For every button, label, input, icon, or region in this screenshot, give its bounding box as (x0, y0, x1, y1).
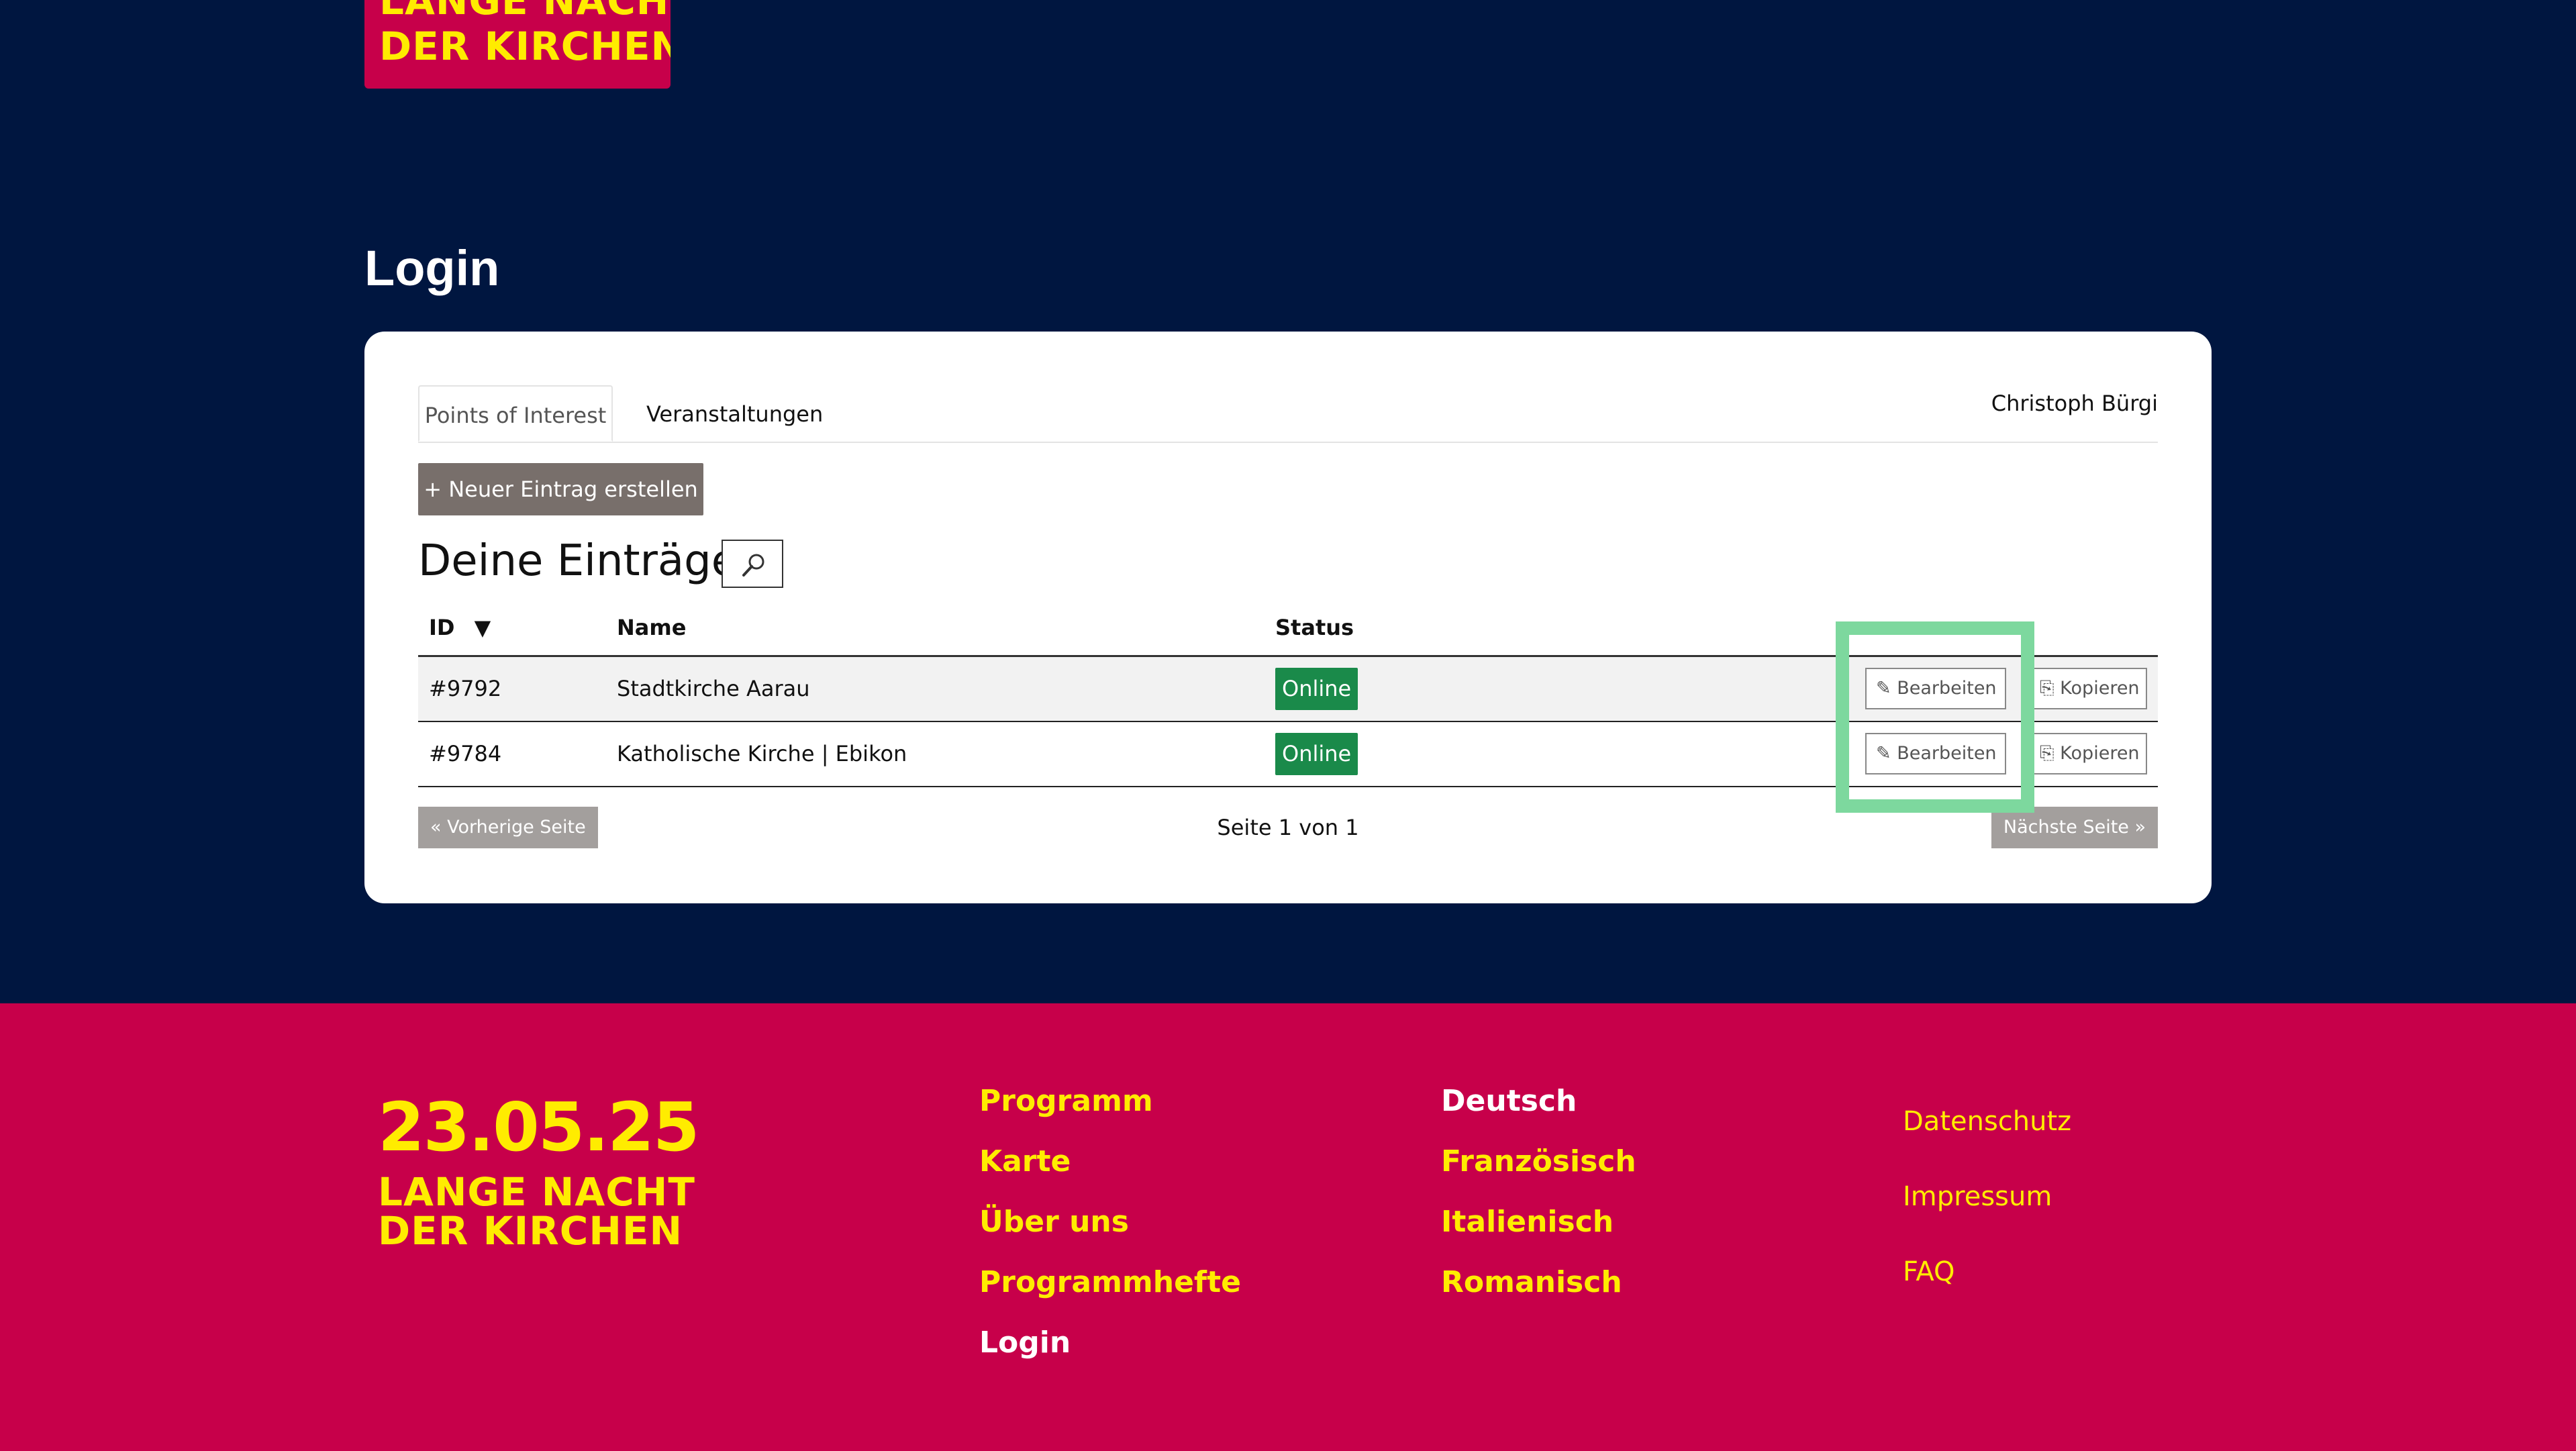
previous-page-button[interactable]: « Vorherige Seite (418, 807, 598, 848)
entries-heading: Deine Einträge (418, 536, 738, 586)
entries-card: Points of Interest Veranstaltungen Chris… (364, 332, 2212, 903)
language-deutsch[interactable]: Deutsch (1441, 1083, 1636, 1143)
page-title: Login (364, 240, 500, 296)
column-header-name: Name (617, 615, 687, 640)
status-badge: Online (1275, 668, 1358, 710)
logo[interactable]: LANGE NACHT DER KIRCHEN (364, 0, 671, 89)
footer-link-faq[interactable]: FAQ (1903, 1253, 2071, 1328)
next-page-button[interactable]: Nächste Seite » (1991, 807, 2158, 848)
column-header-id-label: ID (429, 615, 455, 640)
entry-name: Stadtkirche Aarau (617, 676, 810, 701)
footer-legal: Datenschutz Impressum FAQ (1903, 1103, 2071, 1328)
table-row: #9792 Stadtkirche Aarau Online ✎ Bearbei… (418, 657, 2158, 722)
tab-points-of-interest[interactable]: Points of Interest (418, 385, 613, 442)
magnifier-icon (742, 554, 764, 577)
copy-button[interactable]: ⎘ Kopieren (2029, 733, 2147, 774)
footer-logo[interactable]: LANGE NACHT DER KIRCHEN (378, 1172, 695, 1250)
column-header-status: Status (1275, 615, 1354, 640)
entry-id: #9784 (429, 741, 502, 766)
logo-line-2: DER KIRCHEN (379, 23, 671, 69)
edit-button[interactable]: ✎ Bearbeiten (1865, 733, 2006, 774)
footer-logo-line-1: LANGE NACHT (378, 1169, 695, 1215)
footer-link-programmhefte[interactable]: Programmhefte (979, 1264, 1241, 1324)
status-badge: Online (1275, 733, 1358, 775)
column-header-id[interactable]: ID ▼ (429, 600, 491, 655)
entry-name: Katholische Kirche | Ebikon (617, 741, 907, 766)
edit-button[interactable]: ✎ Bearbeiten (1865, 668, 2006, 709)
footer-languages: Deutsch Französisch Italienisch Romanisc… (1441, 1083, 1636, 1324)
user-name: Christoph Bürgi (1991, 391, 2158, 416)
language-franzoesisch[interactable]: Französisch (1441, 1143, 1636, 1203)
footer-link-datenschutz[interactable]: Datenschutz (1903, 1103, 2071, 1178)
new-entry-button[interactable]: + Neuer Eintrag erstellen (418, 463, 703, 515)
footer-link-ueber-uns[interactable]: Über uns (979, 1203, 1241, 1264)
language-romanisch[interactable]: Romanisch (1441, 1264, 1636, 1324)
language-italienisch[interactable]: Italienisch (1441, 1203, 1636, 1264)
tab-veranstaltungen[interactable]: Veranstaltungen (646, 385, 823, 442)
entry-id: #9792 (429, 676, 502, 701)
footer-logo-line-2: DER KIRCHEN (378, 1208, 683, 1254)
search-button[interactable] (722, 540, 783, 588)
footer-link-impressum[interactable]: Impressum (1903, 1178, 2071, 1253)
table-row: #9784 Katholische Kirche | Ebikon Online… (418, 722, 2158, 787)
footer-link-login[interactable]: Login (979, 1324, 1241, 1385)
logo-line-1: LANGE NACHT (379, 0, 671, 23)
footer-date: 23.05.25 (378, 1088, 699, 1166)
sort-desc-icon: ▼ (474, 615, 491, 640)
page-info: Seite 1 von 1 (1217, 815, 1359, 840)
footer-nav: Programm Karte Über uns Programmhefte Lo… (979, 1083, 1241, 1385)
footer-link-programm[interactable]: Programm (979, 1083, 1241, 1143)
footer-link-karte[interactable]: Karte (979, 1143, 1241, 1203)
copy-button[interactable]: ⎘ Kopieren (2029, 668, 2147, 709)
tab-bar: Points of Interest Veranstaltungen Chris… (418, 385, 2158, 443)
footer: 23.05.25 LANGE NACHT DER KIRCHEN Program… (0, 1003, 2576, 1451)
